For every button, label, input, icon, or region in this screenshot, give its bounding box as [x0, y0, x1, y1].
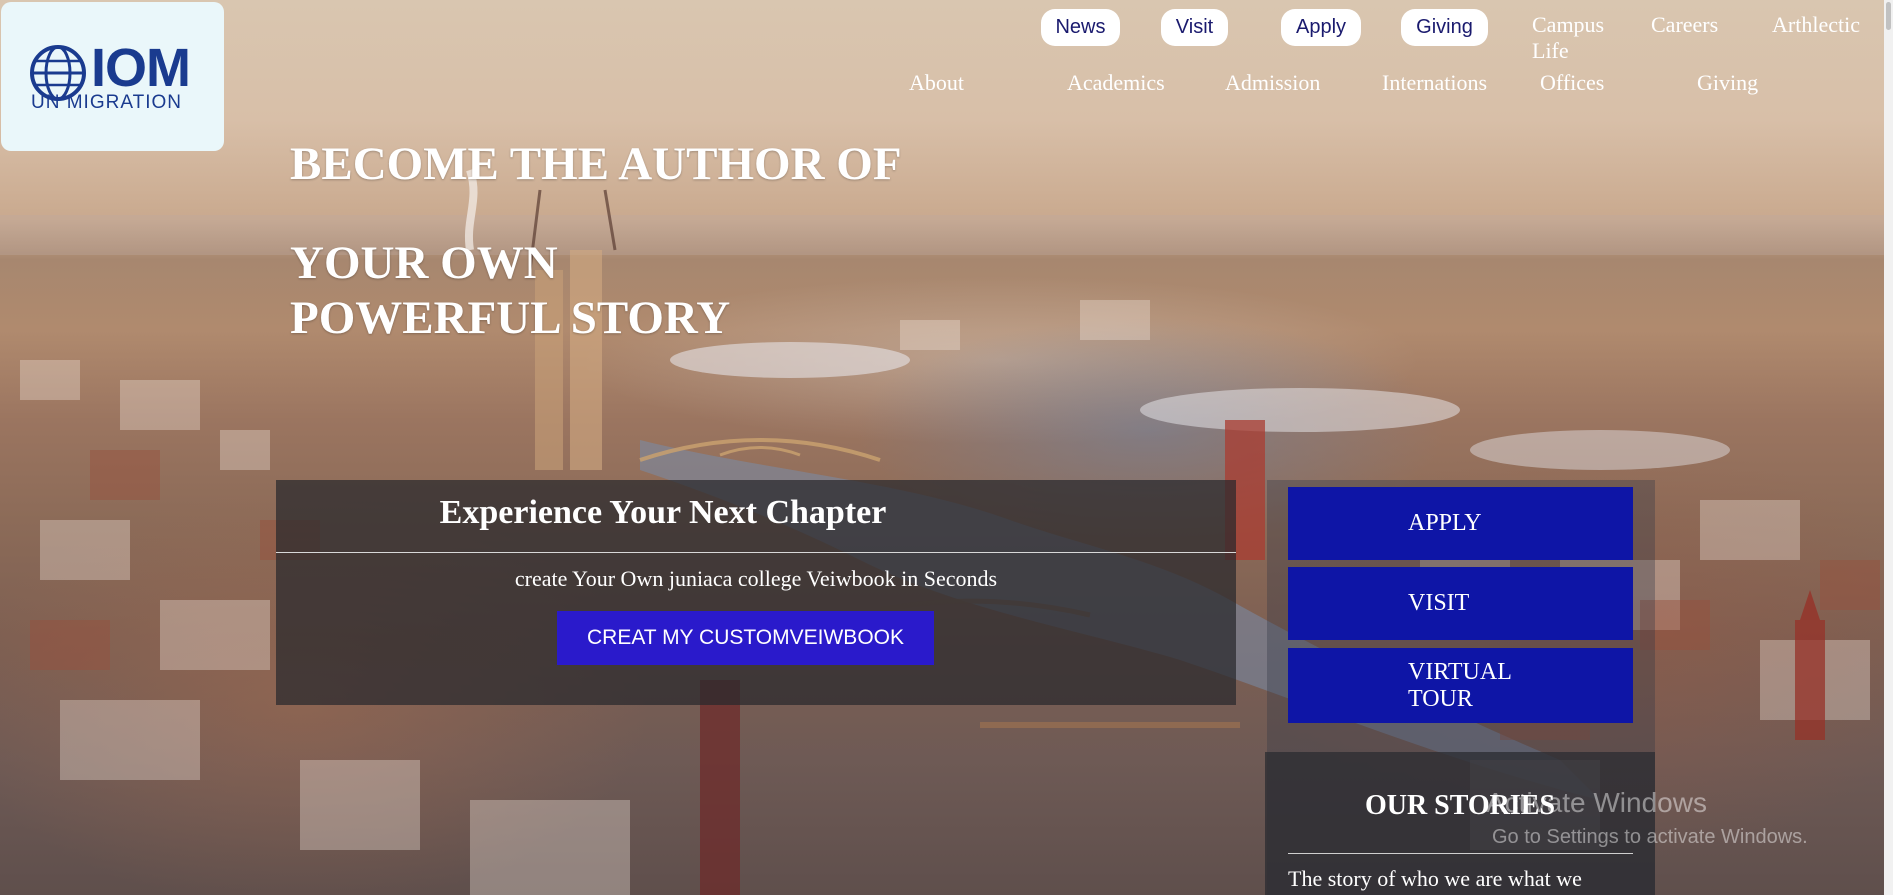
nav-pill-giving[interactable]: Giving — [1401, 9, 1488, 46]
nav-link-careers[interactable]: Careers — [1651, 12, 1718, 38]
nav-pill-visit[interactable]: Visit — [1161, 9, 1228, 46]
logo-tagline: UN MIGRATION — [31, 92, 182, 113]
chapter-panel-subtitle: create Your Own juniaca college Veiwbook… — [514, 566, 998, 591]
page-scrollbar-thumb[interactable] — [1886, 2, 1891, 30]
nav-giving[interactable]: Giving — [1697, 70, 1758, 96]
chapter-panel-title: Experience Your Next Chapter — [439, 494, 887, 531]
stories-text: The story of who we are what we — [1288, 866, 1582, 891]
stories-divider — [1288, 853, 1633, 854]
nav-link-campus-life[interactable]: Campus Life — [1532, 12, 1622, 64]
nav-pill-apply[interactable]: Apply — [1281, 9, 1361, 46]
hero-headline-line-1: BECOME THE AUTHOR OF — [290, 138, 902, 190]
nav-academics[interactable]: Academics — [1067, 70, 1165, 96]
apply-button[interactable]: APPLY — [1288, 487, 1633, 560]
activate-windows-watermark: Activate Windows — [1486, 787, 1707, 818]
nav-about[interactable]: About — [909, 70, 964, 96]
chapter-panel-divider — [276, 552, 1236, 553]
nav-link-athletics[interactable]: Arthlectic — [1772, 12, 1860, 38]
nav-offices[interactable]: Offices — [1540, 70, 1604, 96]
hero-headline-line-3: POWERFUL STORY — [290, 292, 731, 344]
activate-windows-hint: Go to Settings to activate Windows. — [1492, 826, 1808, 848]
create-viewbook-button[interactable]: CREAT MY CUSTOMVEIWBOOK — [557, 611, 934, 665]
nav-pill-news[interactable]: News — [1041, 9, 1120, 46]
nav-internations[interactable]: Internations — [1382, 70, 1487, 96]
logo[interactable]: IOM UN MIGRATION — [1, 2, 224, 151]
logo-wordmark: IOM — [91, 38, 191, 98]
visit-button[interactable]: VISIT — [1288, 567, 1633, 640]
virtual-tour-button[interactable]: VIRTUAL TOUR — [1288, 648, 1633, 723]
page-scrollbar[interactable] — [1884, 0, 1893, 895]
hero-headline-line-2: YOUR OWN — [290, 237, 558, 289]
nav-admission[interactable]: Admission — [1225, 70, 1320, 96]
